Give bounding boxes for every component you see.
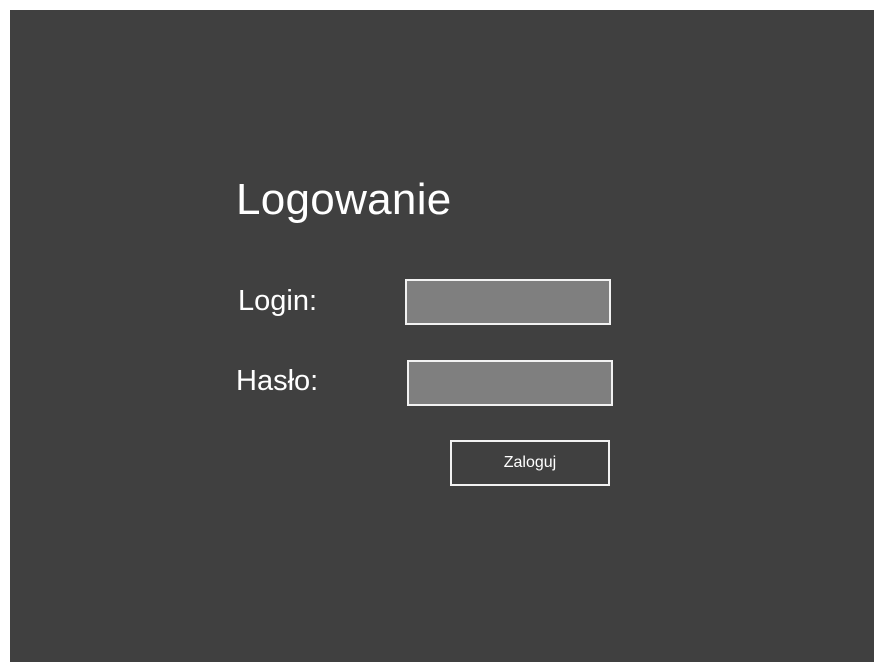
login-button[interactable]: Zaloguj bbox=[450, 440, 610, 486]
password-label: Hasło: bbox=[236, 365, 319, 397]
page-title: Logowanie bbox=[236, 175, 452, 224]
login-input[interactable] bbox=[405, 279, 611, 325]
login-label: Login: bbox=[238, 285, 318, 317]
password-input[interactable] bbox=[407, 360, 613, 406]
login-screen: Logowanie Login: Hasło: Zaloguj bbox=[10, 10, 874, 662]
